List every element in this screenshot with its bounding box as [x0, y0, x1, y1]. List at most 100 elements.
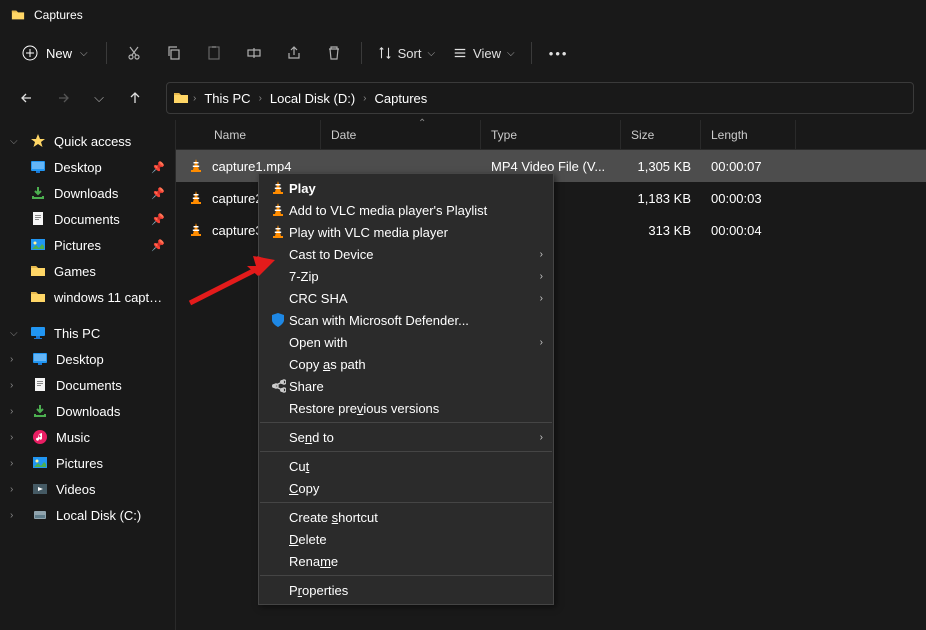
cut-button[interactable] — [115, 35, 153, 71]
menu-item[interactable]: Cast to Device› — [259, 243, 553, 265]
column-headers: Name Date Type Size Length — [176, 120, 926, 150]
menu-item[interactable]: Create shortcut — [259, 506, 553, 528]
sidebar-item-label: windows 11 captures by lathan — [54, 290, 165, 305]
desktop-icon — [30, 159, 46, 175]
folder-icon — [173, 90, 189, 106]
chevron-right-icon: › — [540, 432, 543, 443]
pc-icon — [30, 325, 46, 341]
new-button[interactable]: New ⌵ — [12, 39, 98, 67]
menu-item[interactable]: Open with› — [259, 331, 553, 353]
chevron-right-icon: › — [10, 432, 22, 443]
column-header-length[interactable]: Length — [701, 120, 796, 149]
menu-item[interactable]: Copy — [259, 477, 553, 499]
menu-item[interactable]: Copy as path — [259, 353, 553, 375]
sidebar-item[interactable]: ›Desktop — [4, 346, 171, 372]
file-name: capture1.mp4 — [212, 159, 292, 174]
desktop-icon — [32, 351, 48, 367]
share-button[interactable] — [275, 35, 313, 71]
menu-label: Add to VLC media player's Playlist — [289, 203, 523, 218]
menu-item[interactable]: Play with VLC media player — [259, 221, 553, 243]
sort-indicator-icon: ⌃ — [418, 118, 426, 129]
menu-item[interactable]: Rename — [259, 550, 553, 572]
menu-item[interactable]: 7-Zip› — [259, 265, 553, 287]
rename-button[interactable] — [235, 35, 273, 71]
menu-label: Cut — [289, 459, 523, 474]
back-button[interactable] — [12, 83, 42, 113]
sidebar-this-pc[interactable]: ⌵ This PC — [4, 320, 171, 346]
titlebar: Captures — [0, 0, 926, 30]
column-header-date[interactable]: Date — [321, 120, 481, 149]
menu-item[interactable]: Properties — [259, 579, 553, 601]
chevron-right-icon: › — [10, 406, 22, 417]
file-length: 00:00:07 — [701, 159, 796, 174]
sort-icon — [378, 46, 392, 60]
menu-item[interactable]: CRC SHA› — [259, 287, 553, 309]
breadcrumb-item[interactable]: Local Disk (D:) — [266, 87, 359, 110]
folder-icon — [30, 263, 46, 279]
menu-item[interactable]: Send to› — [259, 426, 553, 448]
sidebar-item[interactable]: Desktop📌 — [4, 154, 171, 180]
sidebar-item[interactable]: ›Documents — [4, 372, 171, 398]
sidebar-item[interactable]: ›Pictures — [4, 450, 171, 476]
menu-item[interactable]: Share — [259, 375, 553, 397]
sidebar-item[interactable]: Documents📌 — [4, 206, 171, 232]
sidebar-item[interactable]: › Downloads — [4, 398, 171, 424]
pictures-icon — [30, 237, 46, 253]
menu-item[interactable]: Add to VLC media player's Playlist — [259, 199, 553, 221]
sidebar-item-label: Local Disk (C:) — [56, 508, 165, 523]
sidebar-item[interactable]: ›Music — [4, 424, 171, 450]
sidebar-item[interactable]: Downloads📌 — [4, 180, 171, 206]
music-icon — [32, 429, 48, 445]
sidebar-item[interactable]: windows 11 captures by lathan — [4, 284, 171, 310]
chevron-right-icon: › — [540, 293, 543, 304]
new-label: New — [46, 46, 72, 61]
forward-button[interactable] — [48, 83, 78, 113]
sort-dropdown[interactable]: Sort ⌵ — [370, 40, 443, 67]
sidebar-item[interactable]: ›Videos — [4, 476, 171, 502]
shield-icon — [270, 312, 286, 328]
sidebar-item[interactable]: ›Local Disk (C:) — [4, 502, 171, 528]
copy-button[interactable] — [155, 35, 193, 71]
paste-button[interactable] — [195, 35, 233, 71]
more-button[interactable]: ••• — [540, 35, 578, 71]
menu-label: Copy as path — [289, 357, 523, 372]
pictures-icon — [32, 455, 48, 471]
breadcrumb-item[interactable]: Captures — [371, 87, 432, 110]
share-icon — [270, 378, 286, 394]
menu-item[interactable]: Scan with Microsoft Defender... — [259, 309, 553, 331]
sidebar-item[interactable]: Pictures📌 — [4, 232, 171, 258]
menu-label: Cast to Device — [289, 247, 523, 262]
sidebar-item-label: Quick access — [54, 134, 165, 149]
sidebar-quick-access[interactable]: ⌵ Quick access — [4, 128, 171, 154]
menu-label: Play with VLC media player — [289, 225, 523, 240]
sidebar-item[interactable]: Games — [4, 258, 171, 284]
sidebar-item-label: Pictures — [56, 456, 165, 471]
file-size: 1,305 KB — [621, 159, 701, 174]
menu-item[interactable]: Play — [259, 177, 553, 199]
chevron-down-icon: ⌵ — [427, 48, 435, 59]
arrow-right-icon — [55, 90, 71, 106]
vlc-icon — [270, 180, 286, 196]
delete-button[interactable] — [315, 35, 353, 71]
column-header-size[interactable]: Size — [621, 120, 701, 149]
rename-icon — [246, 45, 262, 61]
menu-item[interactable]: Restore previous versions — [259, 397, 553, 419]
recent-button[interactable]: ⌵ — [84, 83, 114, 113]
up-button[interactable] — [120, 83, 150, 113]
vlc-icon — [188, 190, 204, 206]
column-header-type[interactable]: Type — [481, 120, 621, 149]
sidebar-item-label: Downloads — [56, 404, 165, 419]
view-dropdown[interactable]: View ⌵ — [445, 40, 523, 67]
folder-icon — [10, 8, 26, 22]
file-size: 1,183 KB — [621, 191, 701, 206]
chevron-right-icon: › — [540, 337, 543, 348]
window-title: Captures — [34, 8, 83, 22]
breadcrumb-item[interactable]: This PC — [200, 87, 254, 110]
sidebar-item-label: Documents — [56, 378, 165, 393]
trash-icon — [326, 45, 342, 61]
column-header-name[interactable]: Name — [176, 120, 321, 149]
menu-item[interactable]: Delete — [259, 528, 553, 550]
arrow-left-icon — [19, 90, 35, 106]
address-bar[interactable]: › This PC › Local Disk (D:) › Captures — [166, 82, 914, 114]
menu-item[interactable]: Cut — [259, 455, 553, 477]
